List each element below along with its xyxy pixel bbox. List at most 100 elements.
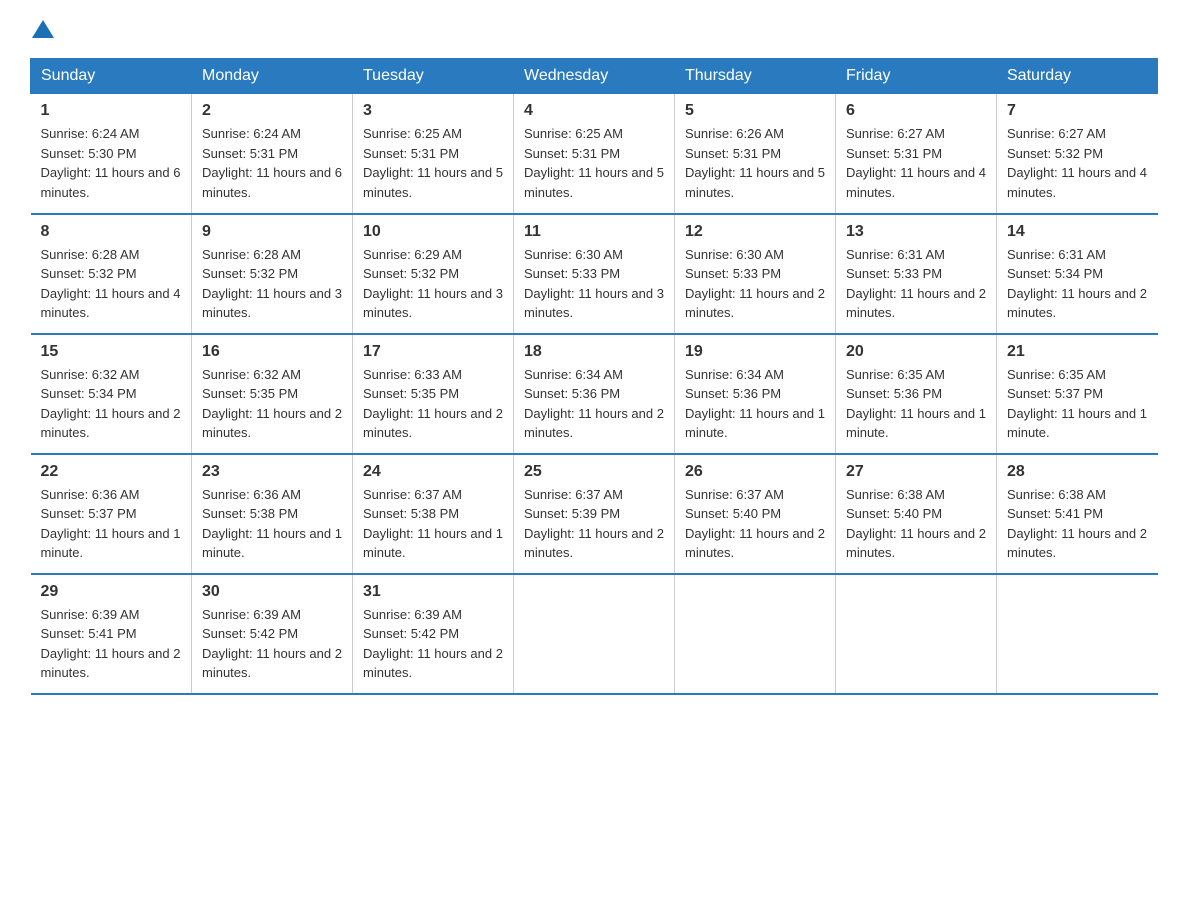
calendar-cell (675, 574, 836, 694)
calendar-cell (997, 574, 1158, 694)
day-info: Sunrise: 6:29 AM Sunset: 5:32 PM Dayligh… (363, 245, 503, 323)
day-info: Sunrise: 6:39 AM Sunset: 5:42 PM Dayligh… (363, 605, 503, 683)
page-header (30, 20, 1158, 38)
day-number: 18 (524, 343, 664, 361)
day-info: Sunrise: 6:34 AM Sunset: 5:36 PM Dayligh… (524, 365, 664, 443)
day-number: 1 (41, 102, 182, 120)
day-number: 22 (41, 463, 182, 481)
calendar-cell: 22 Sunrise: 6:36 AM Sunset: 5:37 PM Dayl… (31, 454, 192, 574)
day-number: 10 (363, 223, 503, 241)
day-info: Sunrise: 6:39 AM Sunset: 5:41 PM Dayligh… (41, 605, 182, 683)
calendar-header-thursday: Thursday (675, 59, 836, 94)
calendar-cell: 18 Sunrise: 6:34 AM Sunset: 5:36 PM Dayl… (514, 334, 675, 454)
day-number: 19 (685, 343, 825, 361)
calendar-cell: 23 Sunrise: 6:36 AM Sunset: 5:38 PM Dayl… (192, 454, 353, 574)
day-number: 6 (846, 102, 986, 120)
day-info: Sunrise: 6:25 AM Sunset: 5:31 PM Dayligh… (363, 124, 503, 202)
calendar-header-wednesday: Wednesday (514, 59, 675, 94)
calendar-header-saturday: Saturday (997, 59, 1158, 94)
calendar-cell: 9 Sunrise: 6:28 AM Sunset: 5:32 PM Dayli… (192, 214, 353, 334)
calendar-week-row: 15 Sunrise: 6:32 AM Sunset: 5:34 PM Dayl… (31, 334, 1158, 454)
day-number: 27 (846, 463, 986, 481)
calendar-cell: 7 Sunrise: 6:27 AM Sunset: 5:32 PM Dayli… (997, 94, 1158, 214)
day-info: Sunrise: 6:31 AM Sunset: 5:33 PM Dayligh… (846, 245, 986, 323)
calendar-cell: 5 Sunrise: 6:26 AM Sunset: 5:31 PM Dayli… (675, 94, 836, 214)
day-info: Sunrise: 6:39 AM Sunset: 5:42 PM Dayligh… (202, 605, 342, 683)
calendar-cell: 31 Sunrise: 6:39 AM Sunset: 5:42 PM Dayl… (353, 574, 514, 694)
calendar-cell (514, 574, 675, 694)
calendar-cell: 15 Sunrise: 6:32 AM Sunset: 5:34 PM Dayl… (31, 334, 192, 454)
day-info: Sunrise: 6:31 AM Sunset: 5:34 PM Dayligh… (1007, 245, 1148, 323)
calendar-cell: 27 Sunrise: 6:38 AM Sunset: 5:40 PM Dayl… (836, 454, 997, 574)
day-info: Sunrise: 6:36 AM Sunset: 5:38 PM Dayligh… (202, 485, 342, 563)
calendar-cell: 3 Sunrise: 6:25 AM Sunset: 5:31 PM Dayli… (353, 94, 514, 214)
calendar-cell: 13 Sunrise: 6:31 AM Sunset: 5:33 PM Dayl… (836, 214, 997, 334)
day-number: 12 (685, 223, 825, 241)
day-info: Sunrise: 6:24 AM Sunset: 5:30 PM Dayligh… (41, 124, 182, 202)
calendar-week-row: 8 Sunrise: 6:28 AM Sunset: 5:32 PM Dayli… (31, 214, 1158, 334)
day-number: 28 (1007, 463, 1148, 481)
day-info: Sunrise: 6:37 AM Sunset: 5:40 PM Dayligh… (685, 485, 825, 563)
day-number: 2 (202, 102, 342, 120)
calendar-week-row: 22 Sunrise: 6:36 AM Sunset: 5:37 PM Dayl… (31, 454, 1158, 574)
calendar-cell: 17 Sunrise: 6:33 AM Sunset: 5:35 PM Dayl… (353, 334, 514, 454)
day-info: Sunrise: 6:30 AM Sunset: 5:33 PM Dayligh… (524, 245, 664, 323)
day-info: Sunrise: 6:26 AM Sunset: 5:31 PM Dayligh… (685, 124, 825, 202)
day-info: Sunrise: 6:32 AM Sunset: 5:34 PM Dayligh… (41, 365, 182, 443)
calendar-cell: 21 Sunrise: 6:35 AM Sunset: 5:37 PM Dayl… (997, 334, 1158, 454)
calendar-cell: 6 Sunrise: 6:27 AM Sunset: 5:31 PM Dayli… (836, 94, 997, 214)
logo (30, 20, 54, 38)
calendar-cell: 29 Sunrise: 6:39 AM Sunset: 5:41 PM Dayl… (31, 574, 192, 694)
day-number: 25 (524, 463, 664, 481)
day-number: 5 (685, 102, 825, 120)
day-info: Sunrise: 6:30 AM Sunset: 5:33 PM Dayligh… (685, 245, 825, 323)
calendar-week-row: 29 Sunrise: 6:39 AM Sunset: 5:41 PM Dayl… (31, 574, 1158, 694)
day-number: 21 (1007, 343, 1148, 361)
day-info: Sunrise: 6:34 AM Sunset: 5:36 PM Dayligh… (685, 365, 825, 443)
calendar-week-row: 1 Sunrise: 6:24 AM Sunset: 5:30 PM Dayli… (31, 94, 1158, 214)
day-info: Sunrise: 6:37 AM Sunset: 5:38 PM Dayligh… (363, 485, 503, 563)
day-number: 11 (524, 223, 664, 241)
calendar-cell: 26 Sunrise: 6:37 AM Sunset: 5:40 PM Dayl… (675, 454, 836, 574)
calendar-header-tuesday: Tuesday (353, 59, 514, 94)
calendar-cell: 25 Sunrise: 6:37 AM Sunset: 5:39 PM Dayl… (514, 454, 675, 574)
day-info: Sunrise: 6:35 AM Sunset: 5:36 PM Dayligh… (846, 365, 986, 443)
calendar-table: SundayMondayTuesdayWednesdayThursdayFrid… (30, 58, 1158, 695)
calendar-cell: 14 Sunrise: 6:31 AM Sunset: 5:34 PM Dayl… (997, 214, 1158, 334)
day-number: 14 (1007, 223, 1148, 241)
calendar-header-friday: Friday (836, 59, 997, 94)
logo-triangle-icon (32, 20, 54, 38)
day-number: 4 (524, 102, 664, 120)
day-number: 17 (363, 343, 503, 361)
day-info: Sunrise: 6:36 AM Sunset: 5:37 PM Dayligh… (41, 485, 182, 563)
calendar-header-row: SundayMondayTuesdayWednesdayThursdayFrid… (31, 59, 1158, 94)
day-info: Sunrise: 6:35 AM Sunset: 5:37 PM Dayligh… (1007, 365, 1148, 443)
calendar-cell: 16 Sunrise: 6:32 AM Sunset: 5:35 PM Dayl… (192, 334, 353, 454)
day-info: Sunrise: 6:24 AM Sunset: 5:31 PM Dayligh… (202, 124, 342, 202)
calendar-cell: 19 Sunrise: 6:34 AM Sunset: 5:36 PM Dayl… (675, 334, 836, 454)
day-info: Sunrise: 6:32 AM Sunset: 5:35 PM Dayligh… (202, 365, 342, 443)
calendar-header-monday: Monday (192, 59, 353, 94)
day-number: 23 (202, 463, 342, 481)
calendar-cell: 11 Sunrise: 6:30 AM Sunset: 5:33 PM Dayl… (514, 214, 675, 334)
day-info: Sunrise: 6:27 AM Sunset: 5:32 PM Dayligh… (1007, 124, 1148, 202)
day-info: Sunrise: 6:28 AM Sunset: 5:32 PM Dayligh… (41, 245, 182, 323)
calendar-cell: 20 Sunrise: 6:35 AM Sunset: 5:36 PM Dayl… (836, 334, 997, 454)
day-info: Sunrise: 6:28 AM Sunset: 5:32 PM Dayligh… (202, 245, 342, 323)
day-number: 26 (685, 463, 825, 481)
day-number: 30 (202, 583, 342, 601)
day-number: 29 (41, 583, 182, 601)
calendar-cell: 10 Sunrise: 6:29 AM Sunset: 5:32 PM Dayl… (353, 214, 514, 334)
day-number: 3 (363, 102, 503, 120)
day-number: 16 (202, 343, 342, 361)
calendar-cell: 30 Sunrise: 6:39 AM Sunset: 5:42 PM Dayl… (192, 574, 353, 694)
day-info: Sunrise: 6:27 AM Sunset: 5:31 PM Dayligh… (846, 124, 986, 202)
calendar-cell: 4 Sunrise: 6:25 AM Sunset: 5:31 PM Dayli… (514, 94, 675, 214)
day-number: 24 (363, 463, 503, 481)
day-number: 13 (846, 223, 986, 241)
day-number: 8 (41, 223, 182, 241)
day-info: Sunrise: 6:38 AM Sunset: 5:40 PM Dayligh… (846, 485, 986, 563)
day-number: 15 (41, 343, 182, 361)
day-number: 7 (1007, 102, 1148, 120)
calendar-cell: 28 Sunrise: 6:38 AM Sunset: 5:41 PM Dayl… (997, 454, 1158, 574)
